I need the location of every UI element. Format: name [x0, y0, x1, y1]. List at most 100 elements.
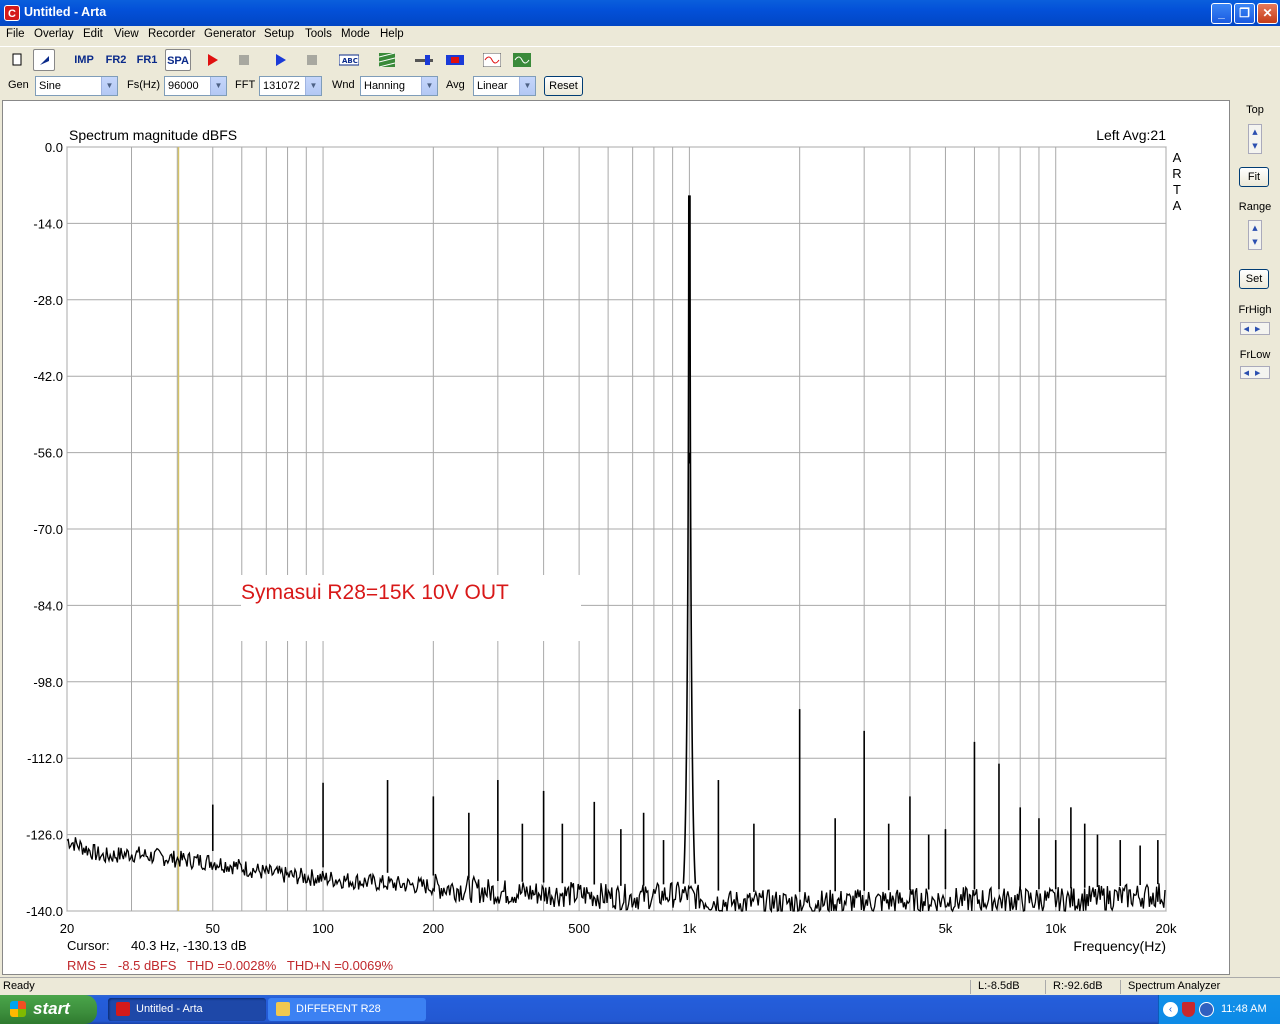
shield-icon[interactable] [1182, 1002, 1195, 1017]
sine-wave-icon[interactable] [481, 49, 503, 71]
x-tick-label: 1k [683, 921, 697, 936]
network-icon[interactable] [1199, 1002, 1214, 1017]
x-tick-label: 10k [1045, 921, 1066, 936]
fft-select[interactable]: 131072 ▼ [259, 76, 322, 96]
toolbar: IMP FR2 FR1 SPA ABC [0, 46, 1280, 72]
menu-help[interactable]: Help [380, 28, 404, 40]
cursor-icon[interactable] [33, 49, 55, 71]
menu-file[interactable]: File [6, 28, 25, 40]
clock: 11:48 AM [1221, 1003, 1267, 1015]
minimize-button[interactable]: _ [1211, 3, 1232, 24]
wnd-value: Hanning [364, 80, 405, 92]
x-tick-label: 100 [312, 921, 334, 936]
frhigh-spinner[interactable]: ◀▶ [1240, 322, 1270, 335]
gen-select[interactable]: Sine ▼ [35, 76, 118, 96]
fs-select[interactable]: 96000 ▼ [164, 76, 227, 96]
taskbar-item-arta[interactable]: Untitled - Arta [108, 998, 266, 1021]
fs-label: Fs(Hz) [127, 79, 160, 91]
fit-button[interactable]: Fit [1239, 167, 1269, 187]
cursor-label: Cursor: [67, 938, 110, 953]
range-spinner[interactable]: ▲ ▼ [1248, 220, 1262, 250]
fft-label: FFT [235, 79, 256, 91]
channel-info: Left Avg:21 [1096, 127, 1166, 143]
close-button[interactable]: ✕ [1257, 3, 1278, 24]
y-tick-label: -70.0 [33, 522, 63, 537]
status-ready: Ready [3, 980, 35, 992]
x-tick-label: 50 [206, 921, 220, 936]
gen-label: Gen [8, 79, 29, 91]
control-bar: Gen Sine ▼ Fs(Hz) 96000 ▼ FFT 131072 ▼ Wnd … [0, 73, 1280, 98]
spectrum-chart[interactable]: 0.0 -14.0 -28.0 -42.0 -56.0 -70.0 -84.0 -98.0 -1… [3, 101, 1229, 974]
chart-title: Spectrum magnitude dBFS [69, 127, 237, 143]
taskbar-item-label: Untitled - Arta [136, 1003, 203, 1015]
avg-select[interactable]: Linear ▼ [473, 76, 536, 96]
impulse-mode-button[interactable]: IMP [71, 49, 97, 71]
annotate-abc-icon[interactable]: ABC [338, 49, 360, 71]
frhigh-label: FrHigh [1238, 304, 1272, 316]
x-tick-label: 20k [1156, 921, 1177, 936]
spectrum-mode-button[interactable]: SPA [165, 49, 191, 71]
taskbar-item-label: DIFFERENT R28 [296, 1003, 381, 1015]
set-button[interactable]: Set [1239, 269, 1269, 289]
arta-app-icon[interactable]: C [4, 5, 20, 21]
y-tick-label: -126.0 [26, 828, 63, 843]
y-tick-label: -56.0 [33, 446, 63, 461]
menu-recorder[interactable]: Recorder [148, 28, 195, 40]
fft-value: 131072 [263, 80, 300, 92]
arta-logo-letter: T [1173, 182, 1181, 197]
fs-value: 96000 [168, 80, 199, 92]
slider-icon[interactable] [413, 49, 435, 71]
chevron-left-icon[interactable]: ‹ [1163, 1002, 1178, 1017]
folder-icon [276, 1002, 290, 1016]
menu-edit[interactable]: Edit [83, 28, 103, 40]
restore-button[interactable]: ❐ [1234, 3, 1255, 24]
x-tick-label: 5k [939, 921, 953, 936]
start-button[interactable]: start [0, 995, 97, 1024]
y-tick-label: -84.0 [33, 598, 63, 613]
fr2-mode-button[interactable]: FR2 [103, 49, 129, 71]
color-bar-icon[interactable] [444, 49, 466, 71]
status-mode: Spectrum Analyzer [1128, 980, 1221, 992]
taskbar: start Untitled - Arta DIFFERENT R28 ‹ 11… [0, 995, 1280, 1024]
title-bar: C Untitled - Arta _ ❐ ✕ [0, 0, 1280, 26]
x-tick-label: 20 [60, 921, 74, 936]
green-wave-icon[interactable] [511, 49, 533, 71]
menu-tools[interactable]: Tools [305, 28, 332, 40]
range-label: Range [1238, 201, 1272, 213]
cursor-readout: 40.3 Hz, -130.13 dB [131, 938, 247, 953]
chevron-down-icon: ▼ [305, 77, 321, 95]
x-tick-label: 2k [793, 921, 807, 936]
new-file-icon[interactable] [6, 49, 28, 71]
generator-stop-icon[interactable] [301, 49, 323, 71]
spectrum-plot-panel[interactable]: 0.0 -14.0 -28.0 -42.0 -56.0 -70.0 -84.0 -98.0 -1… [2, 100, 1230, 975]
record-play-icon[interactable] [202, 49, 224, 71]
chevron-down-icon: ▼ [210, 77, 226, 95]
grid-icon[interactable] [376, 49, 398, 71]
top-spinner[interactable]: ▲ ▼ [1248, 124, 1262, 154]
x-tick-label: 200 [422, 921, 444, 936]
arta-app-icon [116, 1002, 130, 1016]
measurement-summary: RMS = -8.5 dBFS THD =0.0028% THD+N =0.00… [67, 958, 394, 973]
status-bar: Ready L:-8.5dB R:-92.6dB Spectrum Analyz… [0, 977, 1280, 995]
reset-button[interactable]: Reset [544, 76, 583, 96]
top-label: Top [1246, 104, 1264, 116]
y-tick-label: 0.0 [45, 140, 63, 155]
start-label: start [33, 999, 70, 1018]
record-stop-icon[interactable] [233, 49, 255, 71]
y-tick-label: -140.0 [26, 904, 63, 919]
x-tick-label: 500 [568, 921, 590, 936]
fr1-mode-button[interactable]: FR1 [134, 49, 160, 71]
taskbar-item-folder[interactable]: DIFFERENT R28 [268, 998, 426, 1021]
arta-logo-letter: A [1173, 150, 1182, 165]
menu-overlay[interactable]: Overlay [34, 28, 74, 40]
menu-mode[interactable]: Mode [341, 28, 370, 40]
frlow-spinner[interactable]: ◀▶ [1240, 366, 1270, 379]
menu-setup[interactable]: Setup [264, 28, 294, 40]
chevron-down-icon: ▼ [101, 77, 117, 95]
chevron-down-icon: ▼ [519, 77, 535, 95]
generator-play-icon[interactable] [270, 49, 292, 71]
menu-view[interactable]: View [114, 28, 139, 40]
menu-generator[interactable]: Generator [204, 28, 256, 40]
wnd-select[interactable]: Hanning ▼ [360, 76, 438, 96]
window-title: Untitled - Arta [24, 5, 107, 19]
